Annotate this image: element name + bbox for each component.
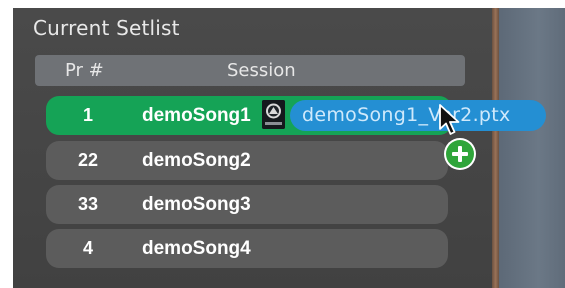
- row-session-name: demoSong4: [142, 238, 251, 259]
- column-header-bar: Pr # Session: [35, 55, 465, 86]
- row-session-name: demoSong1: [142, 105, 251, 126]
- plus-icon: [444, 138, 476, 170]
- dragged-filename: demoSong1_Ver2.ptx: [302, 104, 511, 126]
- panel-splitter[interactable]: [492, 8, 499, 288]
- row-pr-number: 1: [82, 105, 93, 125]
- row-pr-number: 4: [82, 238, 93, 258]
- setlist-row[interactable]: 4 demoSong4: [46, 229, 448, 268]
- setlist-title: Current Setlist: [33, 16, 180, 40]
- row-pr-number: 22: [77, 150, 99, 170]
- pro-tools-session-file-icon: [262, 100, 285, 129]
- row-session-name: demoSong2: [142, 150, 251, 171]
- setlist-row[interactable]: 22 demoSong2: [46, 141, 448, 180]
- row-pr-number: 33: [77, 194, 99, 214]
- setlist-row[interactable]: 33 demoSong3: [46, 185, 448, 224]
- column-header-session[interactable]: Session: [227, 60, 296, 81]
- arrow-cursor-icon: [439, 104, 460, 135]
- dragged-file-label: demoSong1_Ver2.ptx: [290, 100, 546, 131]
- adjacent-pane: [499, 8, 565, 288]
- row-session-name: demoSong3: [142, 194, 251, 215]
- column-header-pr[interactable]: Pr #: [65, 60, 104, 81]
